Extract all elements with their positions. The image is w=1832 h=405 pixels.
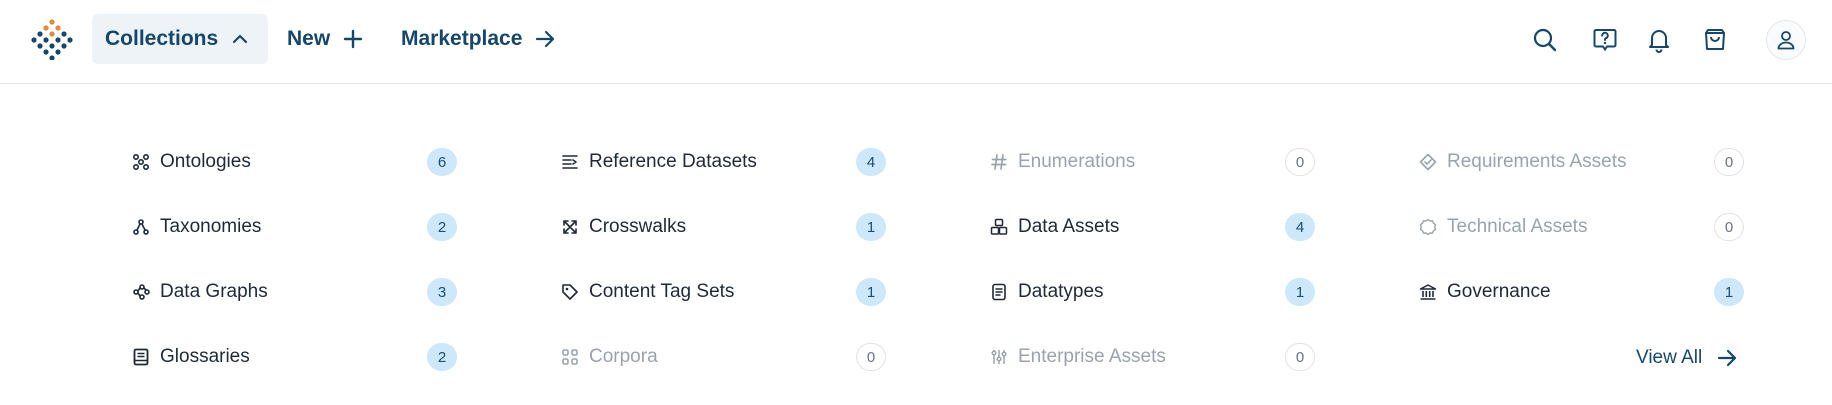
count-badge: 1	[856, 213, 886, 241]
top-navigation-bar: Collections New Marketplace	[0, 0, 1832, 84]
item-label: Enumerations	[1018, 151, 1136, 172]
collection-item-taxonomies[interactable]: Taxonomies 2	[131, 207, 457, 247]
collection-item-crosswalks[interactable]: Crosswalks 1	[560, 207, 886, 247]
item-label: Enterprise Assets	[1018, 346, 1166, 367]
item-label: Requirements Assets	[1447, 151, 1627, 172]
collection-item-enumerations[interactable]: Enumerations 0	[989, 142, 1315, 182]
diamond-check-icon	[1418, 152, 1438, 172]
new-label: New	[287, 27, 331, 50]
arrow-right-icon	[1718, 349, 1737, 367]
marketplace-label: Marketplace	[401, 27, 523, 50]
count-badge: 0	[1714, 213, 1744, 241]
diamond-dots-logo[interactable]	[31, 18, 73, 60]
crosswalk-icon	[560, 217, 580, 237]
plus-icon	[343, 29, 363, 49]
collection-item-data-graphs[interactable]: Data Graphs 3	[131, 272, 457, 312]
count-badge: 4	[1285, 213, 1315, 241]
item-label: Technical Assets	[1447, 216, 1588, 237]
item-label: Datatypes	[1018, 281, 1104, 302]
notifications-button[interactable]	[1635, 22, 1683, 58]
taxonomy-icon	[131, 217, 151, 237]
item-label: Crosswalks	[589, 216, 687, 237]
count-badge: 1	[1285, 278, 1315, 306]
grid-icon	[560, 347, 580, 367]
count-badge: 0	[1285, 343, 1315, 371]
collection-item-reference-datasets[interactable]: Reference Datasets 4	[560, 142, 886, 182]
count-badge: 1	[1714, 278, 1744, 306]
search-icon	[1533, 28, 1557, 52]
count-badge: 2	[427, 213, 457, 241]
list-icon	[560, 152, 580, 172]
item-label: Data Graphs	[160, 281, 268, 302]
help-chat-icon	[1593, 29, 1617, 52]
sliders-icon	[989, 347, 1009, 367]
cart-icon	[1705, 29, 1725, 50]
view-all-link[interactable]: View All	[1636, 338, 1738, 378]
count-badge: 0	[1714, 148, 1744, 176]
collection-item-data-assets[interactable]: Data Assets 4	[989, 207, 1315, 247]
count-badge: 0	[1285, 148, 1315, 176]
count-badge: 1	[856, 278, 886, 306]
item-label: Taxonomies	[160, 216, 262, 237]
bell-icon	[1649, 30, 1669, 53]
collection-item-requirements-assets[interactable]: Requirements Assets 0	[1418, 142, 1744, 182]
item-label: Data Assets	[1018, 216, 1120, 237]
hash-icon	[989, 152, 1009, 172]
graph-icon	[131, 282, 151, 302]
item-label: Corpora	[589, 346, 658, 367]
item-label: Reference Datasets	[589, 151, 757, 172]
new-menu-button[interactable]: New	[287, 14, 364, 64]
item-label: Glossaries	[160, 346, 250, 367]
book-icon	[131, 347, 151, 367]
count-badge: 6	[427, 148, 457, 176]
tag-icon	[560, 282, 580, 302]
count-badge: 4	[856, 148, 886, 176]
collections-label: Collections	[105, 27, 219, 50]
search-button[interactable]	[1521, 22, 1569, 58]
collection-item-datatypes[interactable]: Datatypes 1	[989, 272, 1315, 312]
item-label: Ontologies	[160, 151, 251, 172]
user-icon	[1777, 31, 1795, 50]
bank-icon	[1418, 282, 1438, 302]
collection-item-technical-assets[interactable]: Technical Assets 0	[1418, 207, 1744, 247]
user-avatar-button[interactable]	[1766, 20, 1806, 60]
collection-item-corpora[interactable]: Corpora 0	[560, 337, 886, 377]
collection-item-glossaries[interactable]: Glossaries 2	[131, 337, 457, 377]
item-label: Governance	[1447, 281, 1551, 302]
marketplace-link[interactable]: Marketplace	[401, 14, 556, 64]
document-icon	[989, 282, 1009, 302]
boxes-icon	[989, 217, 1009, 237]
collection-item-ontologies[interactable]: Ontologies 6	[131, 142, 457, 182]
item-label: Content Tag Sets	[589, 281, 735, 302]
collection-item-governance[interactable]: Governance 1	[1418, 272, 1744, 312]
arrow-right-icon	[536, 30, 555, 48]
help-button[interactable]	[1581, 22, 1629, 58]
collections-menu-button[interactable]: Collections	[92, 14, 268, 64]
view-all-label: View All	[1636, 347, 1703, 368]
chevron-up-icon	[233, 34, 248, 44]
cart-button[interactable]	[1691, 22, 1739, 58]
collection-item-content-tag-sets[interactable]: Content Tag Sets 1	[560, 272, 886, 312]
ontology-icon	[131, 152, 151, 172]
count-badge: 0	[856, 343, 886, 371]
collection-item-enterprise-assets[interactable]: Enterprise Assets 0	[989, 337, 1315, 377]
badge-icon	[1418, 217, 1438, 237]
count-badge: 2	[427, 343, 457, 371]
count-badge: 3	[427, 278, 457, 306]
